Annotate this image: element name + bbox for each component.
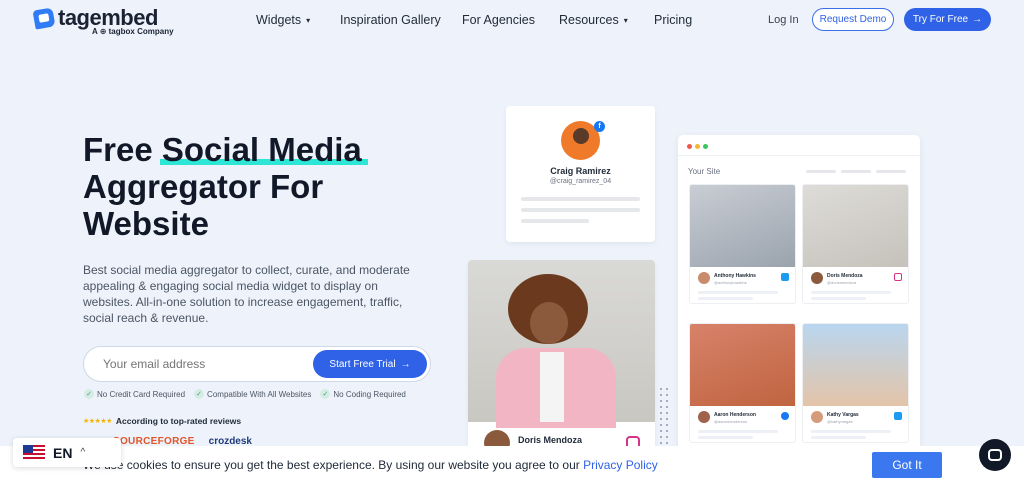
post-author-handle: @anthonyhawkins — [714, 280, 747, 285]
nav-resources-label: Resources — [559, 13, 619, 27]
signup-form: Start Free Trial → — [83, 346, 431, 382]
twitter-icon — [894, 412, 902, 420]
cookie-message: We use cookies to ensure you get the bes… — [83, 458, 658, 472]
post-photo — [690, 324, 795, 406]
check-item: ✓ No Coding Required — [320, 389, 406, 399]
post-author-name: Anthony Hawkins — [714, 273, 756, 279]
nav-placeholder-bar — [841, 170, 871, 173]
profile-handle: @craig_ramirez_04 — [549, 178, 612, 185]
privacy-policy-link[interactable]: Privacy Policy — [583, 458, 658, 472]
site-header: tagembed A ⊕ tagbox Company Widgets ▾ In… — [0, 0, 1024, 40]
window-close-dot — [687, 144, 692, 149]
social-post-tile: Doris Mendoza @dorismendoza — [802, 184, 909, 304]
post-author-name: Aaron Henderson — [714, 412, 756, 418]
reviews-text: According to top-rated reviews — [115, 416, 242, 426]
check-icon: ✓ — [320, 389, 331, 399]
post-author-name: Doris Mendoza — [518, 435, 583, 445]
instagram-icon — [894, 273, 902, 281]
check-label: No Coding Required — [333, 389, 406, 399]
text-placeholder-bar — [521, 208, 640, 212]
post-author-name: Kathy Vargas — [827, 412, 859, 418]
chevron-down-icon: ▾ — [623, 15, 628, 25]
decorative-dots — [658, 386, 672, 446]
avatar — [811, 272, 823, 284]
request-demo-button[interactable]: Request Demo — [812, 8, 894, 31]
profile-name: Craig Ramirez — [550, 166, 611, 176]
your-site-label: Your Site — [688, 167, 721, 176]
nav-resources[interactable]: Resources ▾ — [559, 13, 628, 27]
social-post-tile: Anthony Hawkins @anthonyhawkins — [689, 184, 796, 304]
post-author-name: Doris Mendoza — [827, 273, 863, 279]
nav-pricing[interactable]: Pricing — [654, 13, 692, 27]
site-preview-window: Your Site Anthony Hawkins @anthonyhawkin… — [678, 135, 920, 450]
hero-title: Free Social Media Aggregator For Website — [83, 131, 413, 242]
nav-for-agencies[interactable]: For Agencies — [462, 13, 535, 27]
post-author-handle: @aaronhenderson — [714, 419, 748, 424]
arrow-right-icon: → — [400, 358, 411, 370]
post-author-handle: @kathyvargas — [827, 419, 853, 424]
check-item: ✓ Compatible With All Websites — [194, 389, 311, 399]
text-placeholder-bar — [521, 197, 640, 201]
nav-for-agencies-label: For Agencies — [462, 13, 535, 27]
cookie-text: We use cookies to ensure you get the bes… — [83, 458, 584, 472]
feature-checks: ✓ No Credit Card Required ✓ Compatible W… — [84, 389, 406, 399]
text-placeholder-bar — [521, 219, 589, 223]
start-free-trial-label: Start Free Trial — [329, 358, 396, 370]
nav-pricing-label: Pricing — [654, 13, 693, 27]
hero-title-lead: Free — [83, 131, 162, 168]
try-for-free-button[interactable]: Try For Free → — [904, 8, 991, 31]
got-it-button[interactable]: Got It — [872, 452, 942, 478]
check-icon: ✓ — [84, 389, 94, 399]
facebook-icon — [781, 412, 789, 420]
post-photo — [690, 185, 795, 267]
arrow-right-icon: → — [972, 14, 983, 25]
photo-post-card: Doris Mendoza — [468, 260, 655, 450]
social-post-tile: Kathy Vargas @kathyvargas — [802, 323, 909, 443]
nav-placeholder-bar — [806, 170, 836, 173]
avatar — [698, 272, 710, 284]
nav-placeholder-bar — [876, 170, 906, 173]
avatar — [811, 411, 823, 423]
chevron-down-icon: ▾ — [306, 15, 311, 25]
email-input[interactable] — [103, 357, 303, 371]
check-label: No Credit Card Required — [97, 389, 186, 399]
window-minimize-dot — [695, 144, 700, 149]
post-photo — [468, 260, 655, 428]
window-maximize-dot — [703, 144, 708, 149]
post-author-handle: @dorismendoza — [827, 280, 857, 285]
cookie-banner: We use cookies to ensure you get the bes… — [0, 446, 1024, 484]
logo-icon — [32, 6, 56, 30]
chevron-up-icon: ^ — [80, 447, 86, 458]
profile-card: f Craig Ramirez @craig_ramirez_04 — [506, 106, 655, 242]
nav-widgets-label: Widgets — [256, 13, 302, 27]
hero-title-rest: Aggregator For Website — [83, 168, 324, 242]
twitter-icon — [781, 273, 789, 281]
check-label: Compatible With All Websites — [207, 389, 312, 399]
nav-widgets[interactable]: Widgets ▾ — [256, 13, 310, 27]
logo-subtitle: A ⊕ tagbox Company — [92, 27, 174, 36]
us-flag-icon — [23, 445, 45, 460]
check-icon: ✓ — [194, 389, 205, 399]
star-rating-icon: ★★★★★ — [83, 418, 112, 425]
try-for-free-label: Try For Free — [912, 14, 969, 25]
social-post-tile: Aaron Henderson @aaronhenderson — [689, 323, 796, 443]
hero-description: Best social media aggregator to collect,… — [83, 263, 410, 325]
facebook-icon: f — [594, 121, 605, 132]
language-code: EN — [53, 444, 73, 461]
check-item: ✓ No Credit Card Required — [84, 389, 185, 399]
nav-inspiration-gallery[interactable]: Inspiration Gallery — [340, 13, 441, 27]
chat-icon — [988, 449, 1002, 461]
reviews-line: ★★★★★ According to top-rated reviews — [83, 416, 241, 426]
avatar — [698, 411, 710, 423]
chat-launcher[interactable] — [979, 439, 1011, 471]
language-selector[interactable]: EN ^ — [13, 438, 121, 467]
hero-title-highlight: Social Media — [159, 131, 368, 168]
login-link[interactable]: Log In — [768, 14, 799, 26]
post-photo — [803, 324, 908, 406]
start-free-trial-button[interactable]: Start Free Trial → — [313, 350, 427, 378]
nav-inspiration-gallery-label: Inspiration Gallery — [340, 13, 441, 27]
post-photo — [803, 185, 908, 267]
